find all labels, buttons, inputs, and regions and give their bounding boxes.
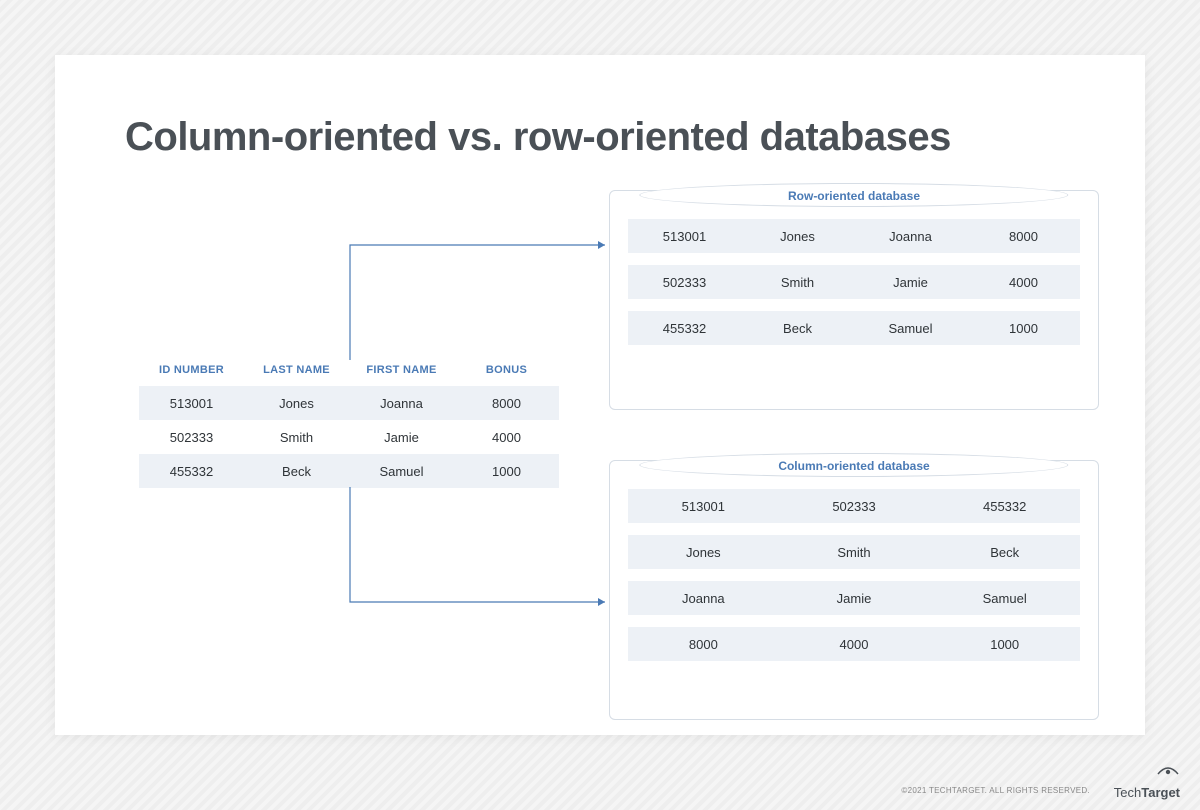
cell: Joanna	[854, 229, 967, 244]
table-row: Jones Smith Beck	[628, 535, 1080, 569]
cell: Jamie	[854, 275, 967, 290]
col-header: BONUS	[454, 360, 559, 380]
cell: 513001	[628, 229, 741, 244]
column-oriented-panel: Column-oriented database 513001 502333 4…	[609, 460, 1099, 720]
cell: 8000	[967, 229, 1080, 244]
cell: 1000	[454, 464, 559, 479]
row-oriented-panel: Row-oriented database 513001 Jones Joann…	[609, 190, 1099, 410]
cell: Jamie	[349, 430, 454, 445]
cell: 8000	[454, 396, 559, 411]
panel-body: 513001 Jones Joanna 8000 502333 Smith Ja…	[628, 219, 1080, 357]
table-row: 513001 Jones Joanna 8000	[139, 386, 559, 420]
arrow-to-row-db	[350, 240, 615, 365]
cell: 4000	[454, 430, 559, 445]
copyright-text: ©2021 TECHTARGET. ALL RIGHTS RESERVED.	[901, 786, 1090, 795]
source-table-header: ID NUMBER LAST NAME FIRST NAME BONUS	[139, 360, 559, 380]
cell: Samuel	[349, 464, 454, 479]
panel-body: 513001 502333 455332 Jones Smith Beck Jo…	[628, 489, 1080, 673]
table-row: 513001 Jones Joanna 8000	[628, 219, 1080, 253]
cell: Jones	[244, 396, 349, 411]
cell: Beck	[244, 464, 349, 479]
cell: 513001	[139, 396, 244, 411]
table-row: Joanna Jamie Samuel	[628, 581, 1080, 615]
cell: Samuel	[929, 591, 1080, 606]
cell: Smith	[244, 430, 349, 445]
arrow-to-col-db	[350, 487, 615, 612]
table-row: 455332 Beck Samuel 1000	[139, 454, 559, 488]
page-title: Column-oriented vs. row-oriented databas…	[125, 115, 951, 160]
cell: 4000	[779, 637, 930, 652]
table-row: 502333 Smith Jamie 4000	[139, 420, 559, 454]
cell: Jamie	[779, 591, 930, 606]
table-row: 513001 502333 455332	[628, 489, 1080, 523]
logo-bold: Target	[1141, 785, 1180, 800]
cell: Beck	[741, 321, 854, 336]
cell: Beck	[929, 545, 1080, 560]
cell: Joanna	[628, 591, 779, 606]
logo-text: TechTarget	[1114, 785, 1180, 800]
cell: Smith	[741, 275, 854, 290]
source-table: ID NUMBER LAST NAME FIRST NAME BONUS 513…	[139, 360, 559, 488]
cell: 502333	[628, 275, 741, 290]
table-row: 502333 Smith Jamie 4000	[628, 265, 1080, 299]
cell: Jones	[741, 229, 854, 244]
cell: 502333	[779, 499, 930, 514]
cell: 4000	[967, 275, 1080, 290]
logo-light: Tech	[1114, 785, 1141, 800]
cell: 1000	[967, 321, 1080, 336]
table-row: 8000 4000 1000	[628, 627, 1080, 661]
cell: 455332	[628, 321, 741, 336]
cell: Jones	[628, 545, 779, 560]
cell: 1000	[929, 637, 1080, 652]
col-header: LAST NAME	[244, 360, 349, 380]
techtarget-logo: TechTarget	[1114, 764, 1180, 800]
col-header: FIRST NAME	[349, 360, 454, 380]
cell: Smith	[779, 545, 930, 560]
panel-label: Column-oriented database	[610, 459, 1098, 473]
cell: Joanna	[349, 396, 454, 411]
cell: 455332	[929, 499, 1080, 514]
cell: 455332	[139, 464, 244, 479]
cell: 502333	[139, 430, 244, 445]
cell: 513001	[628, 499, 779, 514]
cell: 8000	[628, 637, 779, 652]
eye-icon	[1156, 764, 1180, 778]
diagram-card: Column-oriented vs. row-oriented databas…	[55, 55, 1145, 735]
cell: Samuel	[854, 321, 967, 336]
panel-label: Row-oriented database	[610, 189, 1098, 203]
table-row: 455332 Beck Samuel 1000	[628, 311, 1080, 345]
col-header: ID NUMBER	[139, 360, 244, 380]
